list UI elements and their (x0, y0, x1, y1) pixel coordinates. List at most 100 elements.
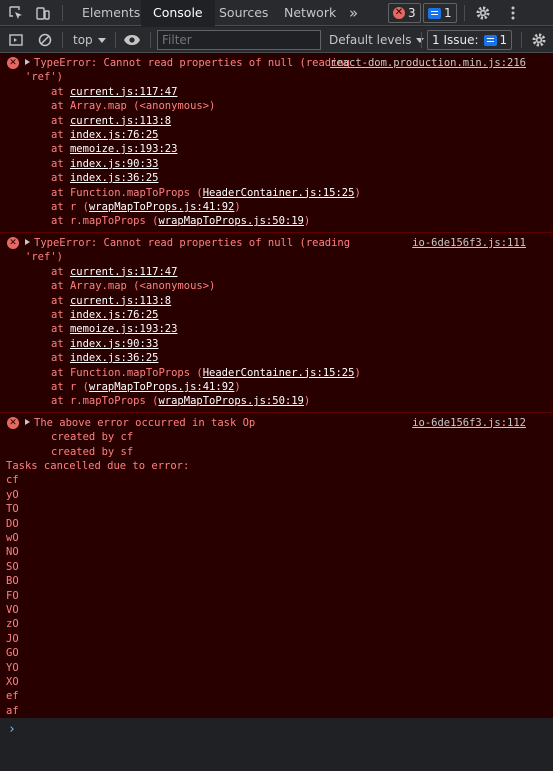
frame-link[interactable]: index.js:36:25 (70, 352, 159, 364)
message-icon (428, 7, 441, 19)
expand-triangle-icon[interactable] (25, 59, 30, 65)
inspect-element-icon[interactable] (6, 3, 26, 23)
cancelled-heading: Tasks cancelled due to error: (6, 459, 190, 472)
error-icon: ✕ (7, 57, 19, 69)
frame-link[interactable]: index.js:90:33 (70, 158, 159, 170)
task-name: FO (6, 589, 19, 602)
frame-link[interactable]: wrapMapToProps.js:41:92 (89, 201, 234, 213)
frame-link[interactable]: current.js:113:8 (70, 115, 171, 127)
frame-link[interactable]: index.js:36:25 (70, 172, 159, 184)
tab-elements[interactable]: Elements (70, 0, 152, 26)
task-name: cf (6, 474, 19, 487)
message-count-badge[interactable]: 1 (423, 3, 457, 23)
chevron-down-icon (97, 38, 106, 43)
stack-frame: at memoize.js:193:23 (51, 143, 178, 156)
task-name: wO (6, 532, 19, 544)
sidebar-toggle-icon[interactable] (6, 30, 26, 50)
frame-link[interactable]: index.js:76:25 (70, 129, 159, 141)
more-vertical-icon[interactable] (503, 3, 523, 23)
source-link[interactable]: io-6de156f3.js:112 (412, 416, 526, 430)
context-selector[interactable]: top (73, 27, 106, 53)
issues-label: 1 Issue: (432, 33, 479, 47)
device-toolbar-icon[interactable] (33, 3, 53, 23)
error-text: TypeError: Cannot read properties of nul… (25, 236, 357, 264)
console-toolbar: top Default levels 1 Issue: 1 (0, 27, 553, 53)
expand-triangle-icon[interactable] (25, 418, 30, 425)
task-name: af (6, 704, 19, 717)
tab-console[interactable]: Console (141, 0, 215, 27)
toolbar-separator (521, 32, 522, 48)
stack-frame: at Function.mapToProps (HeaderContainer.… (51, 186, 361, 199)
stack-frame: at Array.map (<anonymous>) (51, 280, 216, 293)
source-link[interactable]: react-dom.production.min.js:216 (330, 56, 526, 70)
stack-frame: at current.js:113:8 (51, 294, 172, 307)
stack-frame: at index.js:36:25 (51, 172, 159, 185)
toolbar-separator (62, 32, 63, 48)
task-name: BO (6, 575, 19, 588)
stack-frame: at index.js:76:25 (51, 129, 159, 142)
frame-link[interactable]: index.js:76:25 (70, 309, 159, 321)
stack-frame: at current.js:117:47 (51, 265, 178, 278)
issues-count: 1 (499, 33, 508, 47)
task-name: NO (6, 546, 19, 559)
console-error-message: ✕ react-dom.production.min.js:216 TypeEr… (0, 53, 553, 233)
source-link[interactable]: io-6de156f3.js:111 (412, 236, 526, 250)
stack-frame: at current.js:113:8 (51, 114, 172, 127)
stack-frame: at Function.mapToProps (HeaderContainer.… (51, 366, 361, 379)
console-prompt[interactable]: › (0, 718, 553, 771)
stack-frame: at r.mapToProps (wrapMapToProps.js:50:19… (51, 215, 311, 228)
stack-frame: at index.js:76:25 (51, 308, 159, 321)
error-icon: ✕ (393, 7, 405, 19)
frame-link[interactable]: wrapMapToProps.js:50:19 (158, 215, 303, 227)
task-name: XO (6, 676, 19, 689)
task-name: TO (6, 503, 19, 516)
cancelled-task-list: Tasks cancelled due to error: cf yO TO D… (6, 459, 547, 718)
error-icon: ✕ (7, 416, 19, 429)
task-name: ef (6, 690, 19, 703)
error-count-badge[interactable]: ✕ 3 (388, 3, 421, 23)
log-levels-dropdown[interactable]: Default levels (329, 27, 425, 53)
task-name: VO (6, 604, 19, 617)
task-name: yO (6, 488, 19, 501)
toolbar-separator (421, 32, 422, 48)
error-count: 3 (408, 6, 416, 20)
task-name: zO (6, 618, 19, 631)
tab-separator (62, 5, 63, 21)
eye-icon[interactable] (122, 30, 142, 50)
expand-triangle-icon[interactable] (25, 238, 30, 245)
prompt-chevron-icon: › (8, 722, 16, 737)
task-name: YO (6, 661, 19, 674)
task-name: DO (6, 517, 19, 530)
frame-link[interactable]: HeaderContainer.js:15:25 (203, 187, 355, 199)
issues-button[interactable]: 1 Issue: 1 (427, 30, 513, 50)
frame-link[interactable]: current.js:117:47 (70, 86, 177, 98)
frame-link[interactable]: memoize.js:193:23 (70, 143, 177, 155)
task-name: SO (6, 560, 19, 573)
error-text: TypeError: Cannot read properties of nul… (25, 57, 357, 84)
tab-separator (464, 5, 465, 21)
stack-frame: at r (wrapMapToProps.js:41:92) (51, 380, 241, 393)
console-error-message: ✕ io-6de156f3.js:112 The above error occ… (0, 413, 553, 718)
stack-frame: at index.js:36:25 (51, 352, 159, 365)
tab-sources[interactable]: Sources (207, 0, 280, 26)
frame-link[interactable]: current.js:113:8 (70, 295, 171, 307)
log-levels-label: Default levels (329, 33, 412, 47)
stack-frame: at index.js:90:33 (51, 157, 159, 170)
frame-link[interactable]: current.js:117:47 (70, 266, 177, 278)
stack-frame: at index.js:90:33 (51, 337, 159, 350)
filter-input[interactable] (157, 30, 321, 50)
stack-frame: at r (wrapMapToProps.js:41:92) (51, 201, 241, 214)
clear-console-icon[interactable] (35, 30, 55, 50)
console-messages: ✕ react-dom.production.min.js:216 TypeEr… (0, 53, 553, 718)
context-label: top (73, 33, 93, 47)
frame-link[interactable]: wrapMapToProps.js:50:19 (158, 395, 303, 407)
settings-icon[interactable] (473, 3, 493, 23)
frame-link[interactable]: HeaderContainer.js:15:25 (203, 367, 355, 379)
task-name: JO (6, 632, 19, 645)
more-tabs-button[interactable]: » (337, 0, 370, 26)
console-settings-icon[interactable] (529, 30, 549, 50)
frame-link[interactable]: index.js:90:33 (70, 338, 159, 350)
frame-link[interactable]: memoize.js:193:23 (70, 323, 177, 335)
frame-link[interactable]: wrapMapToProps.js:41:92 (89, 381, 234, 393)
created-by-line: created by sf (51, 445, 134, 458)
